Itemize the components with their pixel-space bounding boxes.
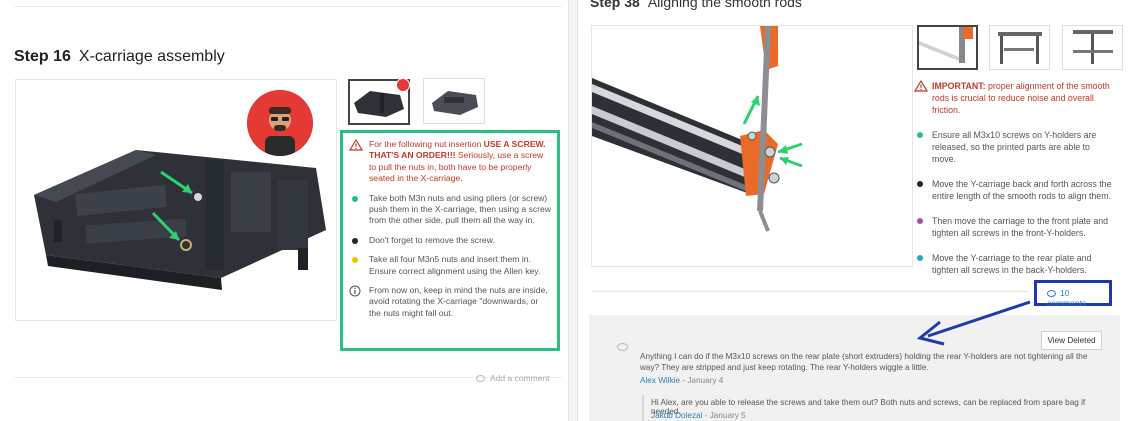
note-text: Take all four M3n5 nuts and insert them … <box>369 254 541 276</box>
comment-author-link[interactable]: Alex Wilkie <box>640 376 680 385</box>
comment-bubble-icon <box>617 343 628 351</box>
bullet-note-green: Ensure all M3x10 screws on Y-holders are… <box>914 129 1112 165</box>
black-bullet-icon <box>352 237 358 244</box>
step-title: Step 38 Aligning the smooth rods <box>590 0 802 10</box>
comment-bubble-icon <box>476 375 485 382</box>
thumbnail-image-3 <box>1073 30 1113 64</box>
comments-count-link[interactable]: 10 comments <box>1034 280 1112 308</box>
reply-author-link[interactable]: Jakub Dolezal <box>651 411 702 420</box>
step-name: Aligning the smooth rods <box>647 0 802 10</box>
info-icon <box>349 285 361 297</box>
divider <box>591 291 1029 292</box>
instruction-notes: IMPORTANT: proper alignment of the smoot… <box>914 80 1112 289</box>
bullet-note-green: Take both M3n nuts and using pliers (or … <box>349 193 551 227</box>
add-comment-label: Add a comment <box>490 373 550 383</box>
reply-meta: Jakub Dolezal - January 5 <box>651 411 746 420</box>
purple-bullet-icon <box>917 218 923 224</box>
warning-note: For the following nut insertion USE A SC… <box>349 139 551 185</box>
bullet-note-yellow: Take all four M3n5 nuts and insert them … <box>349 254 551 277</box>
info-note: From now on, keep in mind the nuts are i… <box>349 285 551 319</box>
note-text: Move the Y-carriage back and forth acros… <box>932 179 1112 201</box>
thumbnail-3[interactable] <box>1062 25 1123 70</box>
comment-date: - January 4 <box>680 376 724 385</box>
view-deleted-button[interactable]: View Deleted <box>1041 331 1102 350</box>
panel-gap <box>569 0 577 421</box>
step-number: Step 38 <box>590 0 640 10</box>
comment-meta: Alex Wilkie - January 4 <box>640 376 723 385</box>
thumbnail-image-2 <box>998 32 1042 64</box>
step-16-panel: Step 16 X-carriage assembly For the foll… <box>0 0 569 421</box>
note-text: Take both M3n nuts and using pliers (or … <box>369 192 551 226</box>
warning-icon <box>349 139 363 151</box>
add-comment-link[interactable]: Add a comment <box>476 373 550 383</box>
bullet-note-black: Don't forget to remove the screw. <box>349 235 551 246</box>
note-text: Then move the carriage to the front plat… <box>932 216 1109 238</box>
author-avatar[interactable] <box>247 90 313 156</box>
bullet-note-black: Move the Y-carriage back and forth acros… <box>914 178 1112 202</box>
smooth-rods-illustration <box>592 26 803 232</box>
divider <box>14 6 562 7</box>
bullet-note-purple: Then move the carriage to the front plat… <box>914 215 1112 239</box>
note-text: From now on, keep in mind the nuts are i… <box>369 285 548 318</box>
black-bullet-icon <box>917 181 923 187</box>
warning-text-pre: For the following nut insertion <box>369 139 484 149</box>
green-bullet-icon <box>352 195 358 202</box>
warning-icon <box>914 80 928 92</box>
thumbnail-image-2 <box>432 91 478 115</box>
instruction-notes-highlight: For the following nut insertion USE A SC… <box>340 130 560 351</box>
bullet-note-blue: Move the Y-carriage to the rear plate an… <box>914 252 1112 276</box>
thumbnail-1[interactable] <box>917 25 978 70</box>
reply-date: - January 5 <box>702 411 746 420</box>
important-note: IMPORTANT: proper alignment of the smoot… <box>914 80 1112 116</box>
comment-bubble-icon <box>1047 290 1056 297</box>
person-avatar-icon <box>247 90 313 156</box>
note-text: Ensure all M3x10 screws on Y-holders are… <box>932 130 1097 164</box>
important-label: IMPORTANT: <box>932 81 986 91</box>
comment-text: Anything I can do if the M3x10 screws on… <box>640 352 1088 372</box>
yellow-bullet-icon <box>352 257 358 264</box>
green-bullet-icon <box>917 132 923 138</box>
step-name: X-carriage assembly <box>78 48 225 65</box>
step-title: Step 16 X-carriage assembly <box>14 48 225 66</box>
note-text: Move the Y-carriage to the rear plate an… <box>932 253 1092 275</box>
screenshot-root: Step 16 X-carriage assembly For the foll… <box>0 0 1131 421</box>
note-text: Don't forget to remove the screw. <box>369 234 495 245</box>
thumbnail-2[interactable] <box>989 25 1050 70</box>
thumbnail-image-1 <box>919 27 973 63</box>
smooth-rods-photo[interactable] <box>591 25 913 267</box>
reply-indent-bar <box>642 395 644 421</box>
step-number: Step 16 <box>14 48 71 65</box>
blue-bullet-icon <box>917 255 923 261</box>
thumbnail-badge <box>396 78 410 92</box>
thumbnail-2[interactable] <box>423 78 485 124</box>
